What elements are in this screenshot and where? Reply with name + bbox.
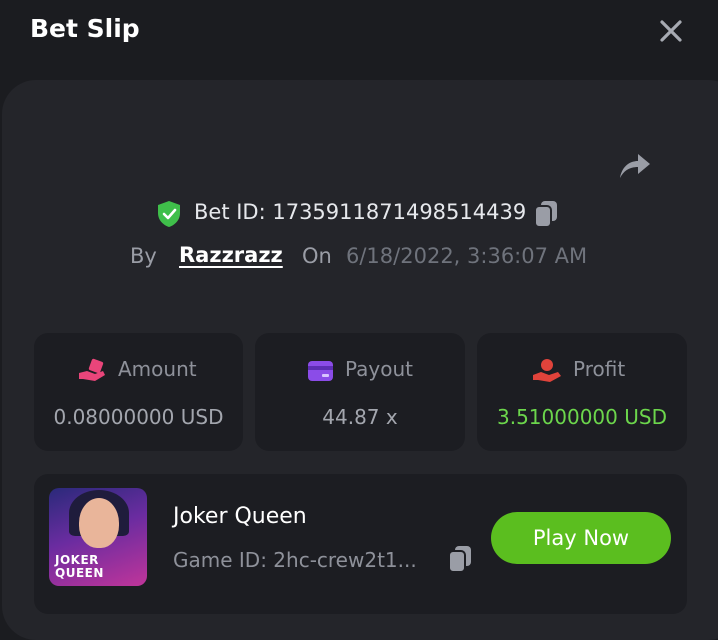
payout-label: Payout xyxy=(345,357,414,381)
thumbnail-face-shape xyxy=(79,498,119,548)
copy-icon[interactable] xyxy=(446,544,474,574)
play-now-button[interactable]: Play Now xyxy=(491,512,671,564)
amount-value: 0.08000000 USD xyxy=(53,405,224,429)
share-icon[interactable] xyxy=(614,146,654,186)
close-icon[interactable] xyxy=(654,14,688,48)
page-title: Bet Slip xyxy=(30,14,140,43)
username-link[interactable]: Razzrazz xyxy=(179,243,283,267)
bet-slip-header: Bet Slip xyxy=(0,0,718,70)
copy-icon[interactable] xyxy=(532,199,560,229)
bet-author-row: By Razzrazz On 6/18/2022, 3:36:07 AM xyxy=(0,242,718,274)
game-name: Joker Queen xyxy=(173,504,307,529)
thumbnail-text-2: QUEEN xyxy=(55,566,104,580)
amount-label: Amount xyxy=(118,357,197,381)
profit-card: Profit 3.51000000 USD xyxy=(477,333,687,451)
bet-datetime: 6/18/2022, 3:36:07 AM xyxy=(346,244,588,268)
by-label: By xyxy=(130,244,157,268)
bet-id: Bet ID: 1735911871498514439 xyxy=(194,200,527,224)
on-label: On xyxy=(302,244,332,268)
profit-hand-icon xyxy=(532,357,562,385)
payout-value: 44.87 x xyxy=(322,405,398,429)
game-thumbnail[interactable]: JOKER QUEEN xyxy=(49,488,147,586)
profit-value: 3.51000000 USD xyxy=(497,405,667,429)
game-card: JOKER QUEEN Joker Queen Game ID: 2hc-cre… xyxy=(34,474,687,614)
shield-check-icon xyxy=(156,200,182,228)
thumbnail-logo-text: JOKER QUEEN xyxy=(55,554,104,580)
payout-card: Payout 44.87 x xyxy=(255,333,465,451)
bet-hand-icon xyxy=(77,357,107,385)
game-id: Game ID: 2hc-crew2t1... xyxy=(173,548,417,572)
profit-label: Profit xyxy=(573,357,626,381)
amount-card: Amount 0.08000000 USD xyxy=(34,333,243,451)
bet-id-row: Bet ID: 1735911871498514439 xyxy=(0,198,718,230)
card-icon xyxy=(306,357,336,385)
